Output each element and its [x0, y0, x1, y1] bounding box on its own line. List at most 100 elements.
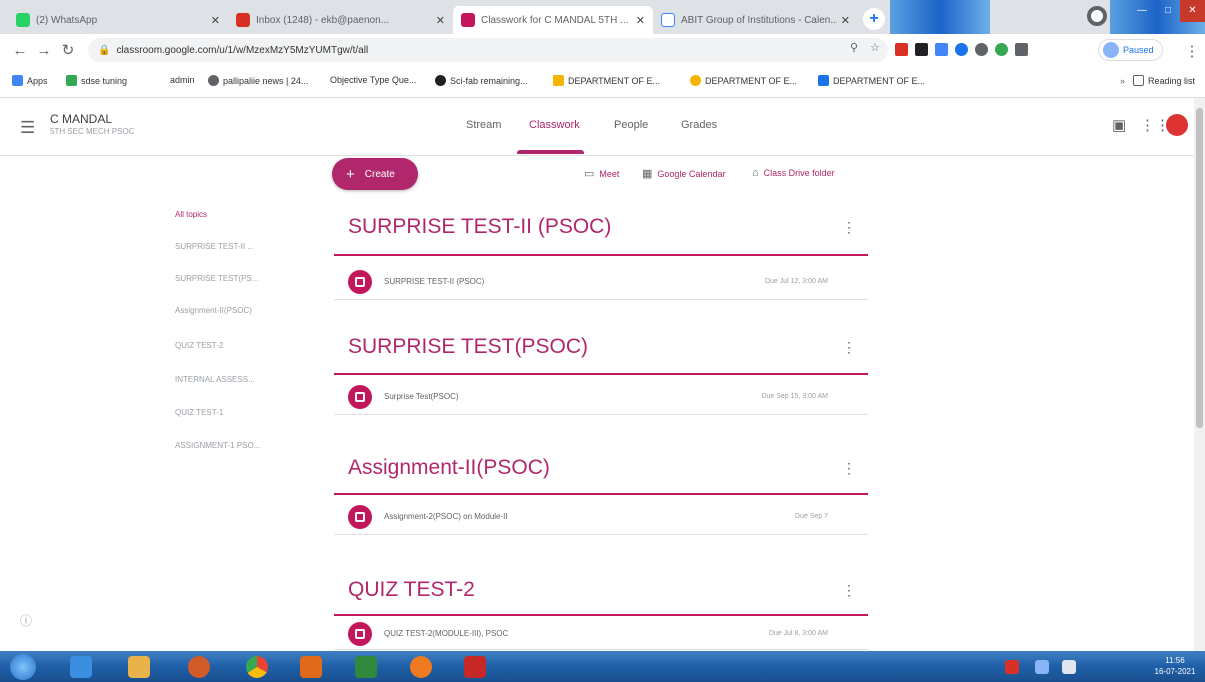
scrollbar-thumb[interactable]: [1196, 108, 1203, 428]
bookmark-item[interactable]: DEPARTMENT OF E...: [553, 75, 660, 86]
meet-link[interactable]: ▭ Meet: [584, 167, 619, 180]
bookmark-item[interactable]: sdse tuning: [66, 75, 127, 86]
menu-dots-icon[interactable]: ⋮: [1180, 42, 1204, 60]
classwork-item[interactable]: QUIZ TEST-2(MODULE-III), PSOC Due Jul 8,…: [334, 618, 868, 650]
topic-item[interactable]: QUIZ TEST-2: [175, 341, 223, 350]
internet-explorer-icon[interactable]: [70, 656, 92, 678]
topic-item[interactable]: QUIZ TEST-1: [175, 408, 223, 417]
minimize-icon[interactable]: —: [1130, 0, 1154, 22]
search-icon[interactable]: ⚲: [850, 41, 863, 54]
calendar-icon[interactable]: ▣: [1112, 116, 1126, 134]
start-button-icon[interactable]: [10, 654, 36, 680]
classroom-icon: [461, 13, 475, 27]
extension-icon[interactable]: [955, 43, 968, 56]
folder-icon: [553, 75, 564, 86]
menu-icon[interactable]: ☰: [20, 118, 35, 138]
bookmarks-bar: Apps sdse tuning admin pallipaliie news …: [0, 66, 1205, 98]
topic-item[interactable]: All topics: [175, 210, 207, 219]
star-icon[interactable]: ☆: [870, 41, 883, 54]
tab-gmail[interactable]: Inbox (1248) - ekb@paenon... ✕: [228, 6, 453, 34]
extension-icon[interactable]: [975, 43, 988, 56]
puzzle-icon[interactable]: [1015, 43, 1028, 56]
google-calendar-link[interactable]: ▦ Google Calendar: [642, 167, 725, 180]
class-drive-link[interactable]: ⌂ Class Drive folder: [752, 167, 835, 179]
calendar-icon: [661, 13, 675, 27]
media-player-icon[interactable]: [188, 656, 210, 678]
class-name[interactable]: C MANDAL: [50, 112, 112, 126]
bookmark-label: DEPARTMENT OF E...: [568, 75, 661, 86]
bookmark-item[interactable]: DEPARTMENT OF E...: [690, 75, 797, 86]
tab-stream[interactable]: Stream: [466, 119, 501, 131]
classwork-item[interactable]: Surprise Test(PSOC) Due Sep 15, 3:00 AM: [334, 379, 868, 415]
topic-item[interactable]: INTERNAL ASSESS...: [175, 375, 255, 384]
address-bar[interactable]: 🔒 classroom.google.com/u/1/w/MzexMzY5MzY…: [88, 38, 888, 62]
forward-icon[interactable]: →: [32, 42, 56, 59]
bookmark-item[interactable]: pallipaliie news | 24...: [208, 75, 308, 86]
bookmark-item[interactable]: DEPARTMENT OF E...: [818, 75, 925, 86]
reading-list-icon: [1133, 75, 1145, 86]
volume-icon[interactable]: [1062, 660, 1076, 674]
bookmark-label: Apps: [27, 75, 48, 86]
tab-whatsapp[interactable]: (2) WhatsApp ✕: [8, 6, 228, 34]
network-icon[interactable]: [1035, 660, 1049, 674]
topic-item[interactable]: ASSIGNMENT-1 PSO...: [175, 441, 260, 450]
help-icon[interactable]: ⓘ: [20, 612, 32, 629]
close-window-icon[interactable]: ✕: [1180, 0, 1205, 22]
avatar[interactable]: [1166, 114, 1188, 136]
clock[interactable]: 11:56 16-07-2021: [1150, 655, 1200, 677]
profile-avatar: [1103, 42, 1119, 58]
tab-people[interactable]: People: [614, 119, 648, 131]
item-due-date: Due Jul 12, 3:00 AM: [764, 278, 828, 285]
bookmark-label: Objective Type Que...: [330, 75, 417, 85]
app-icon[interactable]: [300, 656, 322, 678]
close-icon[interactable]: ✕: [841, 14, 850, 27]
bookmark-icon: [818, 75, 829, 86]
extension-icon[interactable]: [995, 43, 1008, 56]
scrollbar[interactable]: [1194, 98, 1205, 651]
section-divider: [334, 614, 868, 616]
excel-icon[interactable]: [355, 656, 377, 678]
section-divider: [334, 254, 868, 256]
file-explorer-icon[interactable]: [128, 656, 150, 678]
tab-classroom[interactable]: Classwork for C MANDAL 5TH ... ✕: [453, 6, 653, 34]
more-options-icon[interactable]: ⋮: [842, 460, 856, 477]
more-options-icon[interactable]: ⋮: [842, 219, 856, 236]
bookmark-item[interactable]: Apps: [12, 75, 48, 86]
tab-grades[interactable]: Grades: [681, 119, 717, 131]
reload-icon[interactable]: ↻: [56, 41, 80, 59]
tab-classwork[interactable]: Classwork: [529, 119, 580, 131]
close-icon[interactable]: ✕: [436, 14, 445, 27]
acrobat-icon[interactable]: [464, 656, 486, 678]
classwork-item[interactable]: SURPRISE TEST-II (PSOC) Due Jul 12, 3:00…: [334, 264, 868, 300]
item-title: SURPRISE TEST-II (PSOC): [384, 277, 485, 286]
bookmark-item[interactable]: Sci-fab remaining...: [435, 75, 528, 86]
topic-item[interactable]: SURPRISE TEST(PS...: [175, 274, 258, 283]
tray-icon[interactable]: [1005, 660, 1019, 674]
create-button[interactable]: + Create: [332, 158, 418, 190]
apps-icon: [12, 75, 23, 86]
camera-extension-icon[interactable]: [915, 43, 928, 56]
gmail-icon: [236, 13, 250, 27]
close-icon[interactable]: ✕: [636, 14, 645, 27]
topic-item[interactable]: SURPRISE TEST-II ...: [175, 242, 254, 251]
back-icon[interactable]: ←: [8, 42, 32, 59]
chrome-icon[interactable]: [246, 656, 268, 678]
bookmark-item[interactable]: admin: [170, 75, 195, 85]
bookmark-label: Sci-fab remaining...: [450, 75, 528, 86]
section-title: QUIZ TEST-2: [348, 578, 475, 601]
bookmark-label: sdse tuning: [81, 75, 128, 86]
topic-item[interactable]: Assignment-II(PSOC): [175, 306, 252, 315]
maximize-icon[interactable]: □: [1156, 0, 1180, 22]
profile-button[interactable]: Paused: [1098, 39, 1163, 61]
more-options-icon[interactable]: ⋮: [842, 339, 856, 356]
tab-calendar[interactable]: ABIT Group of Institutions - Calen... ✕: [653, 6, 858, 34]
new-tab-button[interactable]: +: [863, 8, 885, 30]
extension-icon[interactable]: [935, 43, 948, 56]
classwork-item[interactable]: Assignment-2(PSOC) on Module-II Due Sep …: [334, 499, 868, 535]
more-options-icon[interactable]: ⋮: [842, 582, 856, 599]
close-icon[interactable]: ✕: [211, 14, 220, 27]
bookmark-item[interactable]: Objective Type Que...: [330, 75, 416, 85]
firefox-icon[interactable]: [410, 656, 432, 678]
reading-list[interactable]: » Reading list: [1120, 75, 1195, 86]
extension-icon[interactable]: [895, 43, 908, 56]
